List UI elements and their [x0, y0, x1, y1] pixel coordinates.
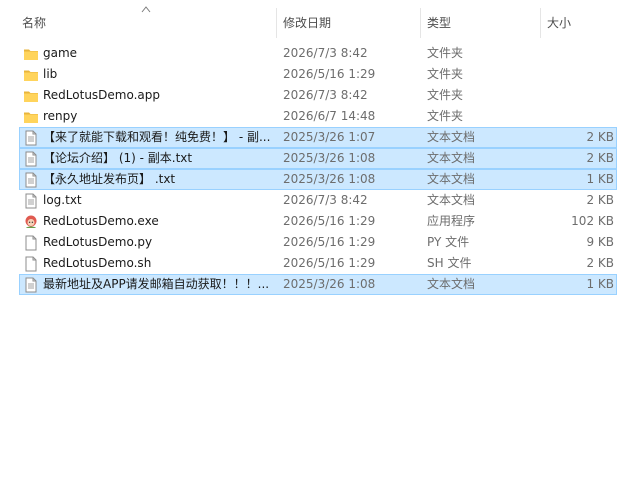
folder-icon: [23, 86, 41, 105]
blank-file-icon: [23, 254, 41, 273]
file-name: RedLotusDemo.py: [43, 235, 153, 249]
file-row[interactable]: 最新地址及APP请发邮箱自动获取！！！... 2025/3/26 1:08 文本文档…: [19, 274, 617, 295]
text-document-icon: [23, 191, 41, 210]
text-document-icon: [23, 275, 41, 294]
column-header-bar: 名称 修改日期 类型 大小: [0, 8, 622, 38]
file-modified-date: 2026/7/3 8:42: [283, 88, 368, 102]
file-size: [542, 44, 614, 63]
file-row[interactable]: renpy 2026/6/7 14:48 文件夹: [19, 106, 617, 127]
file-row[interactable]: log.txt 2026/7/3 8:42 文本文档 2 KB: [19, 190, 617, 211]
file-row[interactable]: 【永久地址发布页】 .txt 2025/3/26 1:08 文本文档 1 KB: [19, 169, 617, 190]
application-icon: [23, 212, 41, 231]
folder-icon: [23, 107, 41, 126]
file-name: 【来了就能下载和观看！纯免费！】 - 副...: [43, 130, 271, 144]
file-type: 文本文档: [427, 172, 476, 186]
file-name: RedLotusDemo.exe: [43, 214, 159, 228]
file-row[interactable]: RedLotusDemo.app 2026/7/3 8:42 文件夹: [19, 85, 617, 106]
folder-icon: [23, 44, 41, 63]
column-header-date[interactable]: 修改日期: [276, 8, 420, 38]
file-modified-date: 2026/5/16 1:29: [283, 256, 376, 270]
text-document-icon: [23, 128, 41, 147]
column-header-name[interactable]: 名称: [16, 8, 276, 38]
file-name: 最新地址及APP请发邮箱自动获取！！！...: [43, 277, 270, 291]
file-modified-date: 2026/5/16 1:29: [283, 67, 376, 81]
file-row[interactable]: lib 2026/5/16 1:29 文件夹: [19, 64, 617, 85]
folder-icon: [23, 65, 41, 84]
column-header-size[interactable]: 大小: [540, 8, 622, 38]
file-name: lib: [43, 67, 58, 81]
file-row[interactable]: RedLotusDemo.py 2026/5/16 1:29 PY 文件 9 KB: [19, 232, 617, 253]
file-size: [542, 65, 614, 84]
file-type: 文本文档: [427, 151, 476, 165]
file-size: 102 KB: [571, 214, 614, 228]
file-size: [542, 107, 614, 126]
file-type: 文本文档: [427, 277, 476, 291]
file-size: 9 KB: [586, 235, 614, 249]
file-list-pane: 名称 修改日期 类型 大小 game 2026/7/3 8:42 文件夹 lib 202…: [0, 0, 622, 482]
file-modified-date: 2025/3/26 1:08: [283, 151, 376, 165]
text-document-icon: [23, 149, 41, 168]
file-size: 2 KB: [586, 193, 614, 207]
file-type: 文件夹: [427, 67, 464, 81]
file-name: game: [43, 46, 78, 60]
file-type: PY 文件: [427, 235, 470, 249]
file-modified-date: 2026/5/16 1:29: [283, 214, 376, 228]
file-row[interactable]: 【来了就能下载和观看！纯免费！】 - 副... 2025/3/26 1:07 文本文…: [19, 127, 617, 148]
file-type: 文本文档: [427, 130, 476, 144]
file-type: 文本文档: [427, 193, 476, 207]
file-row[interactable]: 【论坛介绍】 (1) - 副本.txt 2025/3/26 1:08 文本文档 2 K…: [19, 148, 617, 169]
file-name: renpy: [43, 109, 78, 123]
file-modified-date: 2026/6/7 14:48: [283, 109, 376, 123]
file-row[interactable]: RedLotusDemo.sh 2026/5/16 1:29 SH 文件 2 KB: [19, 253, 617, 274]
file-name: RedLotusDemo.app: [43, 88, 161, 102]
file-modified-date: 2026/7/3 8:42: [283, 193, 368, 207]
file-list: game 2026/7/3 8:42 文件夹 lib 2026/5/16 1:29 文件夹…: [19, 43, 617, 295]
file-modified-date: 2025/3/26 1:08: [283, 277, 376, 291]
file-size: [542, 86, 614, 105]
blank-file-icon: [23, 233, 41, 252]
file-type: 文件夹: [427, 88, 464, 102]
file-size: 1 KB: [586, 172, 614, 186]
file-type: 文件夹: [427, 109, 464, 123]
file-size: 2 KB: [586, 130, 614, 144]
file-type: SH 文件: [427, 256, 472, 270]
file-modified-date: 2026/5/16 1:29: [283, 235, 376, 249]
file-modified-date: 2025/3/26 1:08: [283, 172, 376, 186]
file-size: 1 KB: [586, 277, 614, 291]
file-type: 文件夹: [427, 46, 464, 60]
file-row[interactable]: RedLotusDemo.exe 2026/5/16 1:29 应用程序 102 KB: [19, 211, 617, 232]
file-name: 【论坛介绍】 (1) - 副本.txt: [43, 151, 193, 165]
file-type: 应用程序: [427, 214, 476, 228]
file-modified-date: 2026/7/3 8:42: [283, 46, 368, 60]
file-size: 2 KB: [586, 151, 614, 165]
file-row[interactable]: game 2026/7/3 8:42 文件夹: [19, 43, 617, 64]
file-modified-date: 2025/3/26 1:07: [283, 130, 376, 144]
file-name: log.txt: [43, 193, 82, 207]
text-document-icon: [23, 170, 41, 189]
file-name: RedLotusDemo.sh: [43, 256, 152, 270]
file-name: 【永久地址发布页】 .txt: [43, 172, 176, 186]
file-size: 2 KB: [586, 256, 614, 270]
column-header-type[interactable]: 类型: [420, 8, 540, 38]
